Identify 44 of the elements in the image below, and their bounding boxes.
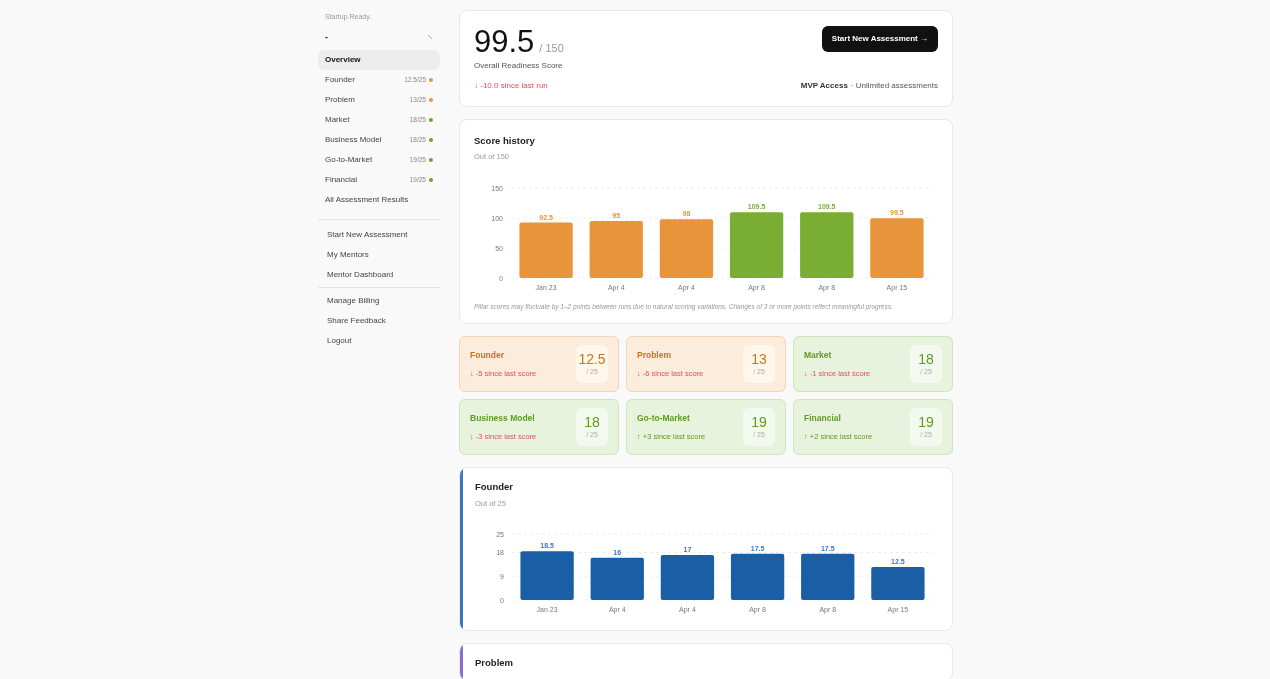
- bar: [659, 218, 714, 278]
- start-assessment-button[interactable]: Start New Assessment →: [821, 26, 938, 52]
- sidebar-item[interactable]: Overview: [318, 50, 440, 70]
- sidebar-link[interactable]: Logout: [318, 331, 440, 351]
- bar: [519, 222, 573, 278]
- pillar-score: 12.5: [578, 351, 606, 367]
- pillar-name: Go-to-Market: [637, 412, 691, 425]
- sidebar-link[interactable]: Mentor Dashboard: [318, 265, 440, 285]
- edit-icon[interactable]: [427, 34, 433, 41]
- score-maximum: / 150: [539, 41, 564, 56]
- pillar-score: 13: [751, 351, 767, 367]
- project-name: -: [325, 30, 328, 44]
- sidebar-link[interactable]: Start New Assessment: [318, 225, 440, 245]
- sidebar-link[interactable]: Share Feedback: [318, 311, 440, 331]
- pillar-name: Problem: [637, 349, 672, 362]
- score-change: ↓ -10.0 since last run: [474, 80, 549, 92]
- pillar-name: Market: [804, 349, 833, 362]
- plan-name: MVP Access: [800, 80, 848, 92]
- overall-score: 99.5: [474, 25, 535, 59]
- pillar-score: 19: [751, 414, 767, 430]
- bar: [871, 566, 925, 600]
- pillar-score: 18: [918, 351, 934, 367]
- bar: [801, 553, 855, 600]
- bar: [590, 557, 644, 600]
- sidebar-link[interactable]: Manage Billing: [318, 291, 440, 311]
- pillar-score: 19: [918, 414, 934, 430]
- sidebar-item[interactable]: All Assessment Results: [318, 190, 440, 210]
- pillar-name: Founder: [470, 349, 505, 362]
- bar: [729, 211, 784, 278]
- chart-title: Score history: [474, 134, 536, 148]
- bar: [660, 554, 715, 600]
- score-label: Overall Readiness Score: [474, 60, 564, 72]
- bar: [870, 217, 924, 278]
- bar: [730, 553, 785, 600]
- bar: [589, 220, 643, 278]
- pillar-name: Financial: [804, 412, 842, 425]
- bar: [800, 211, 854, 278]
- plan-note: · Unlimited assessments: [850, 80, 938, 92]
- chart-title: Founder: [475, 480, 514, 495]
- pillar-score: 18: [584, 414, 600, 430]
- bar: [520, 550, 574, 600]
- chart-title: Problem: [475, 655, 514, 670]
- sidebar-link[interactable]: My Mentors: [318, 245, 440, 265]
- pillar-name: Business Model: [470, 412, 536, 425]
